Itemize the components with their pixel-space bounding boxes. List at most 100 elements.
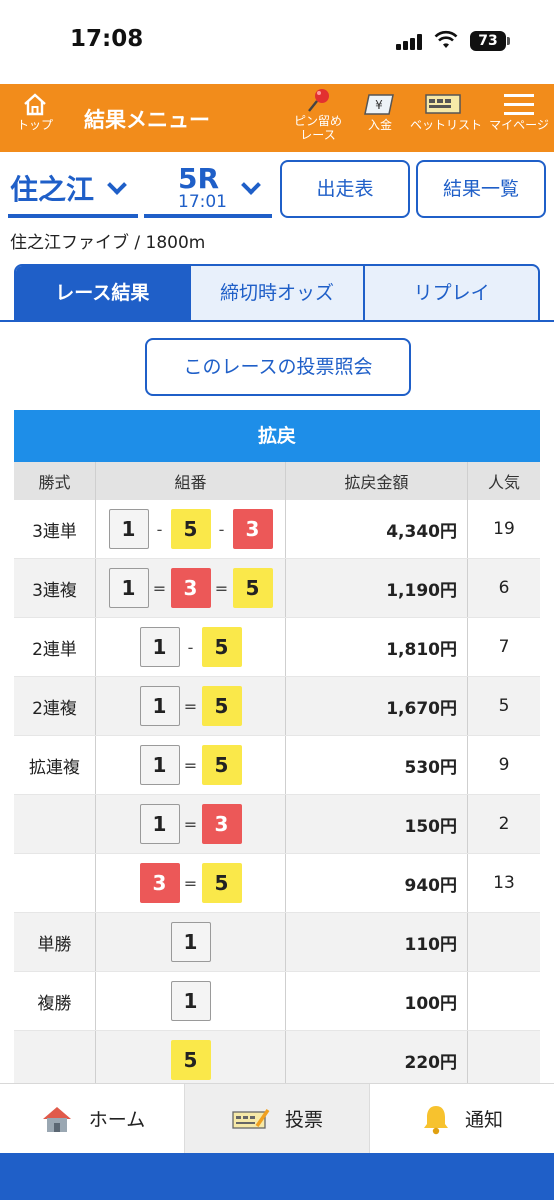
boat-number-box: 1 (108, 509, 149, 549)
combination-separator: = (152, 578, 167, 598)
pin-icon (308, 89, 329, 112)
boat-number-box: 5 (201, 686, 242, 726)
nav-notify-label: 通知 (464, 1109, 503, 1131)
nav-home[interactable]: ホーム (0, 1084, 185, 1153)
pin-race-button[interactable]: ピン留め レース (288, 84, 348, 152)
chevron-down-icon (241, 175, 261, 195)
boat-number-box: 5 (201, 745, 242, 785)
combination-cell: 1-5-3 (96, 500, 286, 558)
venue-selector[interactable]: 住之江 (8, 162, 138, 218)
result-tabs: レース結果 締切時オッズ リプレイ (14, 264, 540, 322)
venue-name: 住之江 (10, 173, 95, 206)
race-subtitle: 住之江ファイブ / 1800m (10, 233, 206, 253)
pin-label-1: ピン留め (293, 114, 342, 128)
boat-number-box: 3 (232, 509, 273, 549)
combination-separator: = (183, 696, 198, 716)
vote-inquiry-button[interactable]: このレースの投票照会 (145, 338, 411, 396)
menu-icon (504, 94, 534, 115)
col-bet-type: 勝式 (14, 462, 96, 500)
combination-separator: = (183, 873, 198, 893)
betlist-label: ベットリスト (410, 118, 483, 132)
combination-separator: - (187, 637, 194, 657)
combination-separator: - (218, 519, 225, 539)
page-title: 結果メニュー (84, 108, 210, 132)
combination-separator: = (183, 814, 198, 834)
tab-race-result[interactable]: レース結果 (16, 266, 191, 320)
popularity-cell: 9 (498, 755, 510, 775)
tab-divider (0, 320, 554, 322)
col-combination: 組番 (96, 462, 286, 500)
table-row: 3連複 1 = 3 = 5 1,190円 6 (14, 559, 540, 618)
home-icon (24, 93, 46, 116)
bet-type-cell: 3連複 (14, 559, 96, 617)
bet-type-cell (14, 795, 96, 853)
mypage-button[interactable]: マイページ (488, 84, 550, 152)
bet-type-cell: 単勝 (14, 913, 96, 971)
payout-amount-cell: 150円 (286, 795, 468, 853)
boat-number-box: 5 (201, 863, 242, 903)
race-number: 5R (178, 162, 220, 195)
bet-type-cell: 2連単 (14, 618, 96, 676)
table-row: 複勝 1 100円 (14, 972, 540, 1031)
deposit-button[interactable]: ¥ 入金 (358, 84, 402, 152)
results-list-button[interactable]: 結果一覧 (416, 160, 546, 218)
nav-home-label: ホーム (88, 1109, 146, 1131)
table-row: 単勝 1 110円 (14, 913, 540, 972)
boat-number-box: 3 (139, 863, 180, 903)
boat-number-box: 1 (139, 627, 180, 667)
top-button[interactable]: トップ (12, 84, 58, 152)
wifi-icon (434, 30, 458, 48)
signal-icon (396, 34, 424, 50)
table-row: 5 220円 (14, 1031, 540, 1090)
tab-closing-odds[interactable]: 締切時オッズ (191, 266, 366, 320)
combination-separator: - (156, 519, 163, 539)
col-popularity: 人気 (487, 473, 520, 492)
betlist-button[interactable]: ベットリスト (410, 84, 483, 152)
combination-cell: 1 = 3 = 5 (96, 559, 286, 617)
bet-type-cell (14, 1031, 96, 1089)
boat-number-box: 5 (232, 568, 273, 608)
combination-cell: 3 = 5 (96, 854, 286, 912)
col-payout-amount: 拡戻金額 (286, 462, 468, 500)
bet-type-cell: 複勝 (14, 972, 96, 1030)
entries-button[interactable]: 出走表 (280, 160, 410, 218)
ticket-list-icon (425, 94, 461, 114)
nav-notify[interactable]: 通知 (370, 1084, 554, 1153)
popularity-cell: 6 (498, 578, 510, 598)
popularity-cell: 2 (498, 814, 510, 834)
combination-cell: 1 (96, 913, 286, 971)
nav-vote-label: 投票 (284, 1109, 323, 1131)
chevron-down-icon (107, 175, 127, 195)
popularity-cell: 19 (493, 519, 515, 539)
payout-amount-cell: 100円 (286, 972, 468, 1030)
ticket-pen-icon (232, 1108, 270, 1129)
race-time: 17:01 (178, 192, 227, 212)
combination-cell: 1 = 5 (96, 677, 286, 735)
tab-replay[interactable]: リプレイ (365, 266, 538, 320)
nav-vote[interactable]: 投票 (185, 1084, 370, 1153)
payout-amount-cell: 530円 (286, 736, 468, 794)
payout-amount-cell: 4,340円 (286, 500, 468, 558)
table-row: 3 = 5 940円 13 (14, 854, 540, 913)
boat-number-box: 3 (170, 568, 211, 608)
svg-text:¥: ¥ (375, 98, 383, 112)
status-time: 17:08 (70, 26, 144, 52)
boat-number-box: 5 (170, 509, 211, 549)
combination-cell: 5 (96, 1031, 286, 1089)
boat-number-box: 1 (139, 745, 180, 785)
payout-title: 拡戻 (14, 410, 540, 462)
payout-amount-cell: 110円 (286, 913, 468, 971)
payout-amount-cell: 1,810円 (286, 618, 468, 676)
table-row: 1 = 3 150円 2 (14, 795, 540, 854)
race-selector[interactable]: 5R 17:01 (144, 162, 272, 218)
payout-amount-cell: 220円 (286, 1031, 468, 1089)
popularity-cell: 5 (498, 696, 510, 716)
boat-number-box: 1 (170, 922, 211, 962)
table-row: 3連単 1-5-3 4,340円 19 (14, 500, 540, 559)
payout-table: 拡戻 勝式 組番 拡戻金額 人気 3連単 1-5-3 4,340円 19 3連複 1 = 3 =… (14, 410, 540, 1090)
boat-number-box: 1 (108, 568, 149, 608)
boat-number-box: 3 (201, 804, 242, 844)
pin-label-2: レース (300, 128, 336, 142)
popularity-cell: 13 (493, 873, 515, 893)
payout-rows: 3連単 1-5-3 4,340円 19 3連複 1 = 3 = 5 1,190円 6 2連単 1-5 1,8… (14, 500, 540, 1090)
